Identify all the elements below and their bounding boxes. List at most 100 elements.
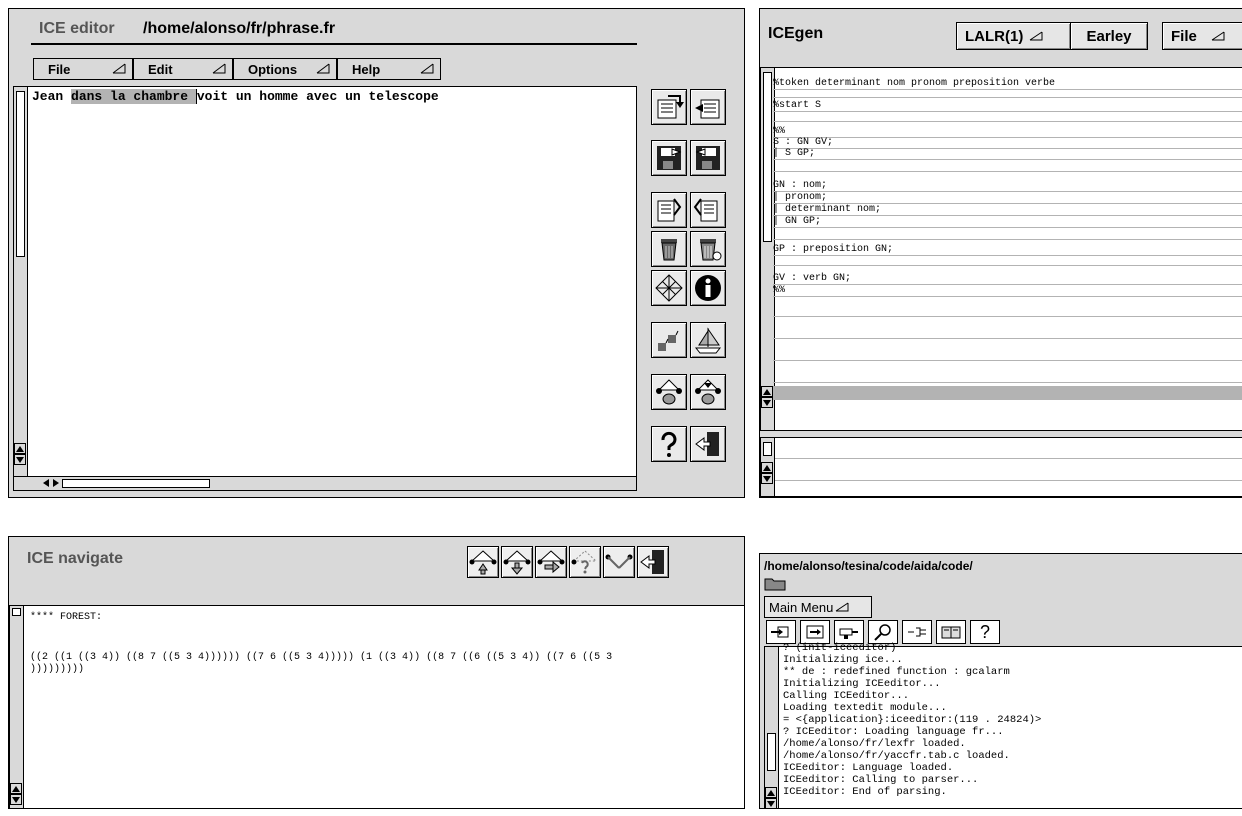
forest-vscroll-thumb[interactable] bbox=[12, 608, 21, 616]
chevron-down-icon bbox=[112, 63, 126, 75]
tree-down-icon[interactable] bbox=[690, 374, 726, 410]
trash-all-icon[interactable] bbox=[690, 231, 726, 267]
save-as-icon[interactable] bbox=[690, 140, 726, 176]
grammar-line: | pronom; bbox=[773, 192, 1242, 204]
edit-back-icon[interactable] bbox=[690, 89, 726, 125]
console-line: ? (init-iceeditor) bbox=[783, 642, 897, 654]
tree-up-icon[interactable] bbox=[467, 546, 499, 578]
editor-hscrollbar[interactable] bbox=[14, 476, 636, 490]
console-line: ? ICEeditor: Loading language fr... bbox=[783, 726, 1004, 738]
editor-sentence: Jean dans la chambre voit un homme avec … bbox=[32, 89, 439, 104]
compile-icon[interactable] bbox=[651, 192, 687, 228]
menu-edit-label: Edit bbox=[148, 61, 173, 77]
grammar-editor[interactable]: %token determinant nom pronom prepositio… bbox=[760, 67, 1242, 431]
enter-icon[interactable] bbox=[800, 620, 830, 644]
unplug-icon[interactable] bbox=[902, 620, 932, 644]
scroll-down-icon[interactable] bbox=[14, 454, 26, 465]
scroll-up-icon[interactable] bbox=[761, 386, 773, 397]
scroll-up-icon[interactable] bbox=[761, 462, 773, 473]
console-line: ICEeditor: Calling to parser... bbox=[783, 774, 979, 786]
scroll-down-icon[interactable] bbox=[761, 473, 773, 484]
forest-label: **** FOREST: bbox=[30, 612, 103, 623]
drill-icon[interactable] bbox=[834, 620, 864, 644]
editor-titlebar: ICE editor /home/alonso/fr/phrase.fr bbox=[9, 9, 744, 53]
console-output[interactable]: ? (init-iceeditor) Initializing ice... *… bbox=[764, 642, 1242, 808]
console-line: = <{application}:iceeditor:(119 . 24824)… bbox=[783, 714, 1042, 726]
load-icon[interactable] bbox=[766, 620, 796, 644]
trash-icon[interactable] bbox=[651, 231, 687, 267]
grammar-blank-line bbox=[773, 341, 1242, 361]
hscroll-thumb[interactable] bbox=[62, 479, 210, 488]
edit-forward-icon[interactable] bbox=[651, 89, 687, 125]
navigate-title: ICE navigate bbox=[27, 550, 124, 567]
console-line: ICEeditor: End of parsing. bbox=[783, 786, 947, 798]
console-line: ICEeditor: Language loaded. bbox=[783, 762, 954, 774]
menu-edit[interactable]: Edit bbox=[133, 58, 233, 80]
output-line bbox=[775, 480, 1242, 481]
scroll-down-icon[interactable] bbox=[10, 794, 22, 805]
main-menu-label: Main Menu bbox=[769, 599, 834, 615]
icegen-window: ICEgen LALR(1) Earley File %token determ… bbox=[759, 8, 1242, 498]
info-icon[interactable] bbox=[690, 270, 726, 306]
output-vscrollbar[interactable] bbox=[761, 438, 775, 496]
scroll-up-icon[interactable] bbox=[14, 443, 26, 454]
console-line: /home/alonso/fr/yaccfr.tab.c loaded. bbox=[783, 750, 1010, 762]
chevron-down-icon bbox=[835, 600, 849, 615]
output-vscroll-thumb[interactable] bbox=[763, 442, 772, 456]
editor-text-area[interactable]: Jean dans la chambre voit un homme avec … bbox=[13, 86, 637, 491]
scroll-up-icon[interactable] bbox=[765, 787, 777, 798]
menu-help[interactable]: Help bbox=[337, 58, 441, 80]
earley-button[interactable]: Earley bbox=[1070, 22, 1148, 50]
tree-down-icon[interactable] bbox=[501, 546, 533, 578]
editor-vscroll-thumb[interactable] bbox=[16, 91, 25, 257]
output-line bbox=[775, 458, 1242, 459]
tree-help-icon[interactable] bbox=[569, 546, 601, 578]
scroll-up-icon[interactable] bbox=[10, 783, 22, 794]
icegen-output-pane[interactable] bbox=[760, 437, 1242, 497]
exit-icon[interactable] bbox=[690, 426, 726, 462]
console-line: Initializing ICEeditor... bbox=[783, 678, 941, 690]
exit-icon[interactable] bbox=[637, 546, 669, 578]
console-line: Initializing ice... bbox=[783, 654, 903, 666]
book-icon[interactable] bbox=[936, 620, 966, 644]
console-path: /home/alonso/tesina/code/aida/code/ bbox=[764, 559, 973, 573]
file-menu[interactable]: File bbox=[1162, 22, 1242, 50]
stairs-icon[interactable] bbox=[651, 322, 687, 358]
grammar-line: GP : preposition GN; bbox=[773, 244, 1242, 256]
menu-file[interactable]: File bbox=[33, 58, 133, 80]
console-vscrollbar[interactable] bbox=[765, 647, 779, 808]
forest-line: ((2 ((1 ((3 4)) ((8 7 ((5 3 4)))))) ((7 … bbox=[30, 652, 613, 663]
help-icon[interactable]: ? bbox=[970, 620, 1000, 644]
grammar-vscroll-thumb[interactable] bbox=[763, 72, 772, 242]
menu-options[interactable]: Options bbox=[233, 58, 337, 80]
grammar-line: | S GP; bbox=[773, 148, 1242, 160]
save-icon[interactable] bbox=[651, 140, 687, 176]
main-menu-button[interactable]: Main Menu bbox=[764, 596, 872, 618]
hscroll-arrows[interactable] bbox=[42, 478, 60, 488]
editor-vscrollbar[interactable] bbox=[14, 87, 28, 477]
tree-right-icon[interactable] bbox=[535, 546, 567, 578]
menu-options-label: Options bbox=[248, 61, 298, 77]
search-icon[interactable] bbox=[868, 620, 898, 644]
tree-branch-icon[interactable] bbox=[603, 546, 635, 578]
console-vscroll-thumb[interactable] bbox=[767, 733, 776, 771]
text-cursor: v bbox=[195, 89, 205, 104]
compile-all-icon[interactable] bbox=[690, 192, 726, 228]
menu-file-label: File bbox=[48, 61, 71, 77]
help-icon[interactable] bbox=[651, 426, 687, 462]
forest-vscrollbar[interactable] bbox=[10, 606, 24, 808]
ice-editor-window: ICE editor /home/alonso/fr/phrase.fr Fil… bbox=[8, 8, 745, 498]
grammar-line: GN : nom; bbox=[773, 180, 1242, 192]
console-line: ** de : redefined function : gcalarm bbox=[783, 666, 1010, 678]
tree-up-icon[interactable] bbox=[651, 374, 687, 410]
ice-navigate-window: ICE navigate **** FOREST: ((2 ((1 ((3 4)… bbox=[8, 536, 745, 809]
grammar-line: %token determinant nom pronom prepositio… bbox=[773, 78, 1242, 90]
scroll-down-icon[interactable] bbox=[765, 798, 777, 808]
console-line: Loading textedit module... bbox=[783, 702, 947, 714]
forest-pane[interactable]: **** FOREST: ((2 ((1 ((3 4)) ((8 7 ((5 3… bbox=[9, 605, 744, 808]
folder-icon[interactable] bbox=[764, 577, 786, 591]
boat-icon[interactable] bbox=[690, 322, 726, 358]
grid-icon[interactable] bbox=[651, 270, 687, 306]
scroll-down-icon[interactable] bbox=[761, 397, 773, 408]
parser-type-menu[interactable]: LALR(1) bbox=[956, 22, 1071, 50]
